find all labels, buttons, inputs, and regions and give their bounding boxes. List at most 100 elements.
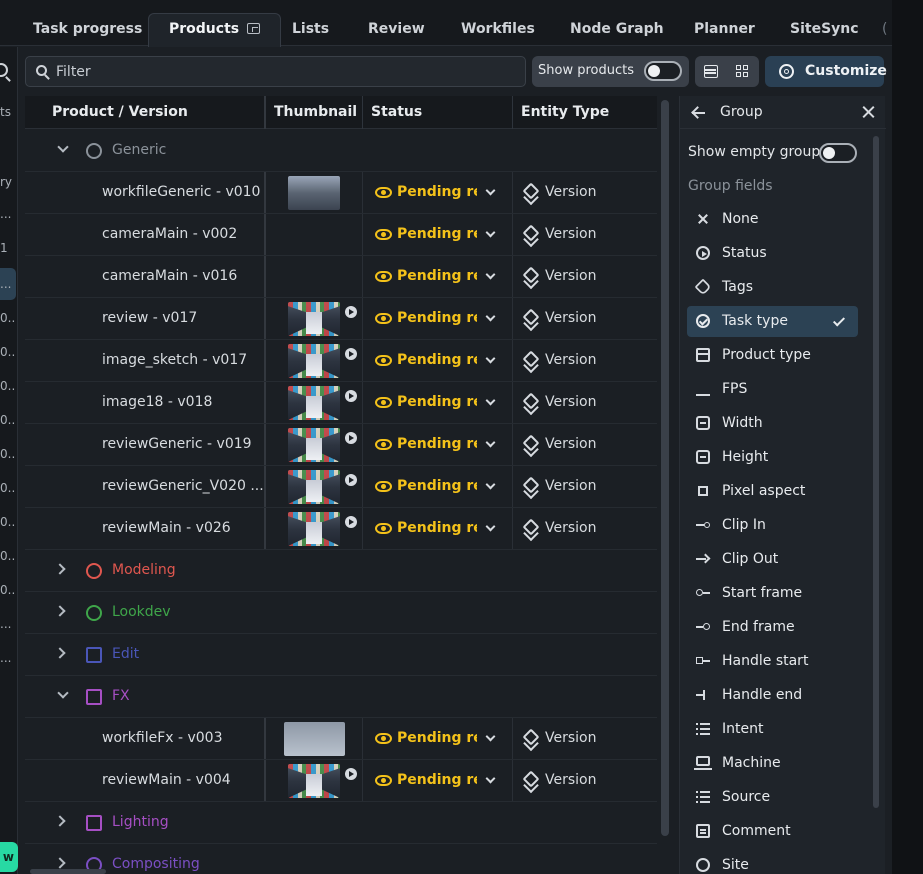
table-row[interactable]: image_sketch - v017 Pending review Version <box>25 340 657 382</box>
status-cell[interactable]: Pending review <box>362 172 512 213</box>
tab-workfiles[interactable]: Workfiles <box>461 12 535 46</box>
tab-planner[interactable]: Planner <box>694 12 755 46</box>
sidebar-item[interactable]: 0... <box>0 345 16 359</box>
tab-lists[interactable]: Lists <box>292 12 329 46</box>
group-field-product-type[interactable]: Product type <box>687 340 858 371</box>
column-header-status[interactable]: Status <box>362 96 512 129</box>
chevron-down-icon[interactable] <box>485 479 496 490</box>
status-cell[interactable]: Pending review <box>362 424 512 465</box>
table-row[interactable]: workfileGeneric - v010 Pending review Vers… <box>25 172 657 214</box>
chevron-down-icon[interactable] <box>485 395 496 406</box>
chevron-right-icon[interactable] <box>54 815 66 827</box>
customize-button[interactable]: Customize <box>765 56 887 87</box>
play-icon[interactable] <box>345 306 357 318</box>
chevron-right-icon[interactable] <box>54 857 66 869</box>
group-row[interactable]: Lookdev <box>25 592 657 634</box>
status-cell[interactable]: Pending review <box>362 508 512 549</box>
filter-input[interactable] <box>56 57 516 86</box>
group-field-clip-out[interactable]: Clip Out <box>687 544 858 575</box>
table-row[interactable]: reviewGeneric_V020 ... Pending review Vers… <box>25 466 657 508</box>
chevron-down-icon[interactable] <box>485 521 496 532</box>
list-view-icon[interactable] <box>704 65 718 78</box>
column-header-thumbnail[interactable]: Thumbnail <box>264 96 362 129</box>
group-field-status[interactable]: Status <box>687 238 858 269</box>
sidebar-item[interactable]: 0... <box>0 515 16 529</box>
sidebar-item[interactable]: 0... <box>0 447 16 461</box>
chevron-down-icon[interactable] <box>57 141 69 153</box>
group-field-machine[interactable]: Machine <box>687 748 858 779</box>
table-row[interactable]: reviewGeneric - v019 Pending review Versio… <box>25 424 657 466</box>
group-field-pixel-aspect[interactable]: Pixel aspect <box>687 476 858 507</box>
chevron-down-icon[interactable] <box>485 185 496 196</box>
column-header-entity-type[interactable]: Entity Type <box>512 96 657 129</box>
grid-view-icon[interactable] <box>736 65 750 79</box>
group-field-clip-in[interactable]: Clip In <box>687 510 858 541</box>
tab-sitesync[interactable]: SiteSync <box>790 12 859 46</box>
play-icon[interactable] <box>345 768 357 780</box>
status-cell[interactable]: Pending review <box>362 214 512 255</box>
group-field-site[interactable]: Site <box>687 850 858 874</box>
layout-icon[interactable] <box>247 23 261 34</box>
group-row[interactable]: Edit <box>25 634 657 676</box>
status-cell[interactable]: Pending review <box>362 718 512 759</box>
sidebar-item[interactable]: ... <box>0 207 16 221</box>
group-field-fps[interactable]: FPS <box>687 374 858 405</box>
table-row[interactable]: review - v017 Pending review Version <box>25 298 657 340</box>
tab-review[interactable]: Review <box>368 12 425 46</box>
group-row[interactable]: Lighting <box>25 802 657 844</box>
play-icon[interactable] <box>345 474 357 486</box>
sidebar-item[interactable]: 1 <box>0 241 16 255</box>
table-scrollbar[interactable] <box>661 100 669 836</box>
group-field-end-frame[interactable]: End frame <box>687 612 858 643</box>
status-cell[interactable]: Pending review <box>362 298 512 339</box>
chevron-down-icon[interactable] <box>485 773 496 784</box>
tab-overflow[interactable]: ( <box>882 12 887 46</box>
group-field-handle-start[interactable]: Handle start <box>687 646 858 677</box>
group-row[interactable]: Modeling <box>25 550 657 592</box>
status-cell[interactable]: Pending review <box>362 256 512 297</box>
table-row[interactable]: cameraMain - v002 Pending review Version <box>25 214 657 256</box>
chevron-down-icon[interactable] <box>485 437 496 448</box>
show-empty-groups-toggle[interactable] <box>819 143 857 163</box>
search-icon[interactable] <box>0 63 8 77</box>
status-cell[interactable]: Pending review <box>362 760 512 801</box>
group-row[interactable]: FX <box>25 676 657 718</box>
column-header-product[interactable]: Product / Version <box>25 96 264 129</box>
sidebar-item-selected[interactable]: ... <box>0 268 16 300</box>
chevron-right-icon[interactable] <box>54 647 66 659</box>
sidebar-item[interactable]: ... <box>0 617 16 631</box>
group-field-handle-end[interactable]: Handle end <box>687 680 858 711</box>
sidebar-item[interactable]: ry <box>0 175 16 189</box>
back-arrow-icon[interactable] <box>692 106 705 119</box>
play-icon[interactable] <box>345 432 357 444</box>
show-products-toggle[interactable] <box>644 61 682 81</box>
group-field-width[interactable]: Width <box>687 408 858 439</box>
table-row[interactable]: image18 - v018 Pending review Version <box>25 382 657 424</box>
chevron-down-icon[interactable] <box>485 311 496 322</box>
group-field-source[interactable]: Source <box>687 782 858 813</box>
status-cell[interactable]: Pending review <box>362 382 512 423</box>
group-field-height[interactable]: Height <box>687 442 858 473</box>
group-field-intent[interactable]: Intent <box>687 714 858 745</box>
chevron-right-icon[interactable] <box>54 563 66 575</box>
chevron-down-icon[interactable] <box>485 353 496 364</box>
close-icon[interactable] <box>862 106 875 119</box>
tab-node-graph[interactable]: Node Graph <box>570 12 664 46</box>
status-cell[interactable]: Pending review <box>362 340 512 381</box>
sidebar-item[interactable]: 0... <box>0 549 16 563</box>
play-icon[interactable] <box>345 348 357 360</box>
tab-products[interactable]: Products <box>148 13 282 47</box>
sidebar-item[interactable]: ts <box>0 105 16 119</box>
group-row[interactable]: Generic <box>25 130 657 172</box>
chevron-down-icon[interactable] <box>485 227 496 238</box>
status-cell[interactable]: Pending review <box>362 466 512 507</box>
chevron-down-icon[interactable] <box>485 269 496 280</box>
table-row[interactable]: reviewMain - v004 Pending review Version <box>25 760 657 802</box>
chevron-down-icon[interactable] <box>485 731 496 742</box>
sidebar-item[interactable]: 0... <box>0 413 16 427</box>
table-hscrollbar[interactable] <box>30 869 106 874</box>
sidebar-item[interactable]: ... <box>0 651 16 665</box>
group-field-task-type[interactable]: Task type <box>687 306 858 337</box>
chevron-down-icon[interactable] <box>57 687 69 699</box>
play-icon[interactable] <box>345 516 357 528</box>
